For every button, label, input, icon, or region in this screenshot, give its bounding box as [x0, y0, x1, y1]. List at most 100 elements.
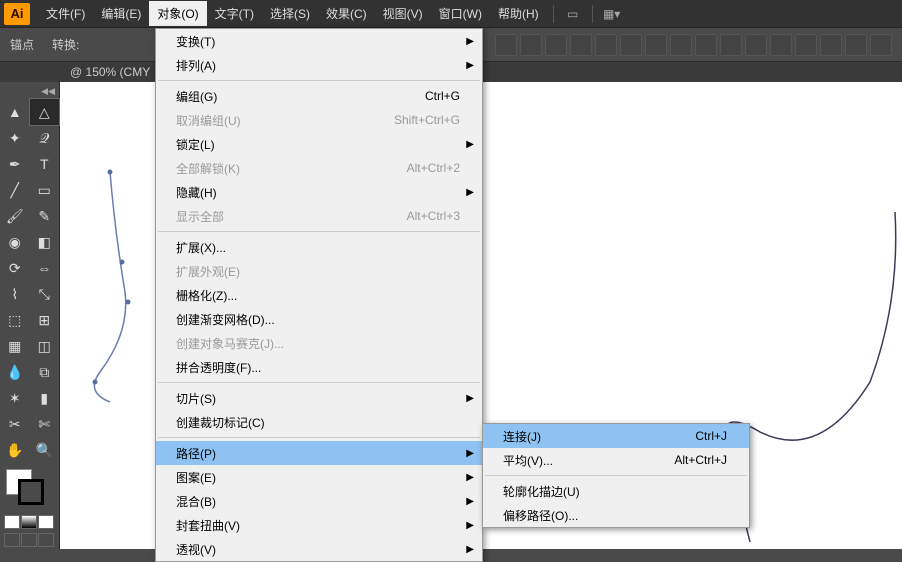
opt-icon[interactable]: [620, 34, 642, 56]
menu-item-label: 全部解锁(K): [176, 160, 240, 177]
opt-icon[interactable]: [795, 34, 817, 56]
menu-item[interactable]: 排列(A)▶: [156, 53, 482, 77]
opt-icon[interactable]: [820, 34, 842, 56]
layout-icon[interactable]: ▭: [563, 5, 583, 23]
wand-tool[interactable]: ✦: [0, 125, 30, 151]
shortcut-label: Alt+Ctrl+3: [407, 209, 460, 223]
hand-tool[interactable]: ✋: [0, 437, 30, 463]
color-mode[interactable]: [4, 515, 20, 529]
menu-item[interactable]: 轮廓化描边(U): [483, 479, 749, 503]
menu-item: 扩展外观(E): [156, 259, 482, 283]
opt-icon[interactable]: [570, 34, 592, 56]
opt-icon[interactable]: [670, 34, 692, 56]
opt-icon[interactable]: [770, 34, 792, 56]
pen-tool[interactable]: ✒: [0, 151, 30, 177]
artboard-tool[interactable]: ✂: [0, 411, 30, 437]
slice-tool[interactable]: ✄: [30, 411, 60, 437]
menu-separator: [158, 437, 480, 438]
free-tool[interactable]: ⤡: [30, 281, 60, 307]
app-logo: Ai: [4, 3, 30, 25]
menu-item-label: 切片(S): [176, 390, 216, 407]
arrange-icon[interactable]: ▦▾: [602, 5, 622, 23]
menu-视图[interactable]: 视图(V): [375, 1, 431, 26]
shape-tool[interactable]: ⬚: [0, 307, 30, 333]
graph-tool[interactable]: ⊞: [30, 307, 60, 333]
menu-item: 取消编组(U)Shift+Ctrl+G: [156, 108, 482, 132]
menu-编辑[interactable]: 编辑(E): [93, 1, 149, 26]
menu-item-label: 编组(G): [176, 88, 217, 105]
menu-item[interactable]: 创建裁切标记(C): [156, 410, 482, 434]
opt-icon[interactable]: [870, 34, 892, 56]
warp-tool[interactable]: ⌇: [0, 281, 30, 307]
eyedrop-tool[interactable]: 💧: [0, 359, 30, 385]
line-tool[interactable]: ╱: [0, 177, 30, 203]
opt-icon[interactable]: [695, 34, 717, 56]
opt-icon[interactable]: [720, 34, 742, 56]
opt-icon[interactable]: [645, 34, 667, 56]
gradient-mode[interactable]: [21, 515, 37, 529]
submenu-arrow-icon: ▶: [466, 139, 474, 150]
menu-item[interactable]: 拼合透明度(F)...: [156, 355, 482, 379]
gradient-tool[interactable]: ◫: [30, 333, 60, 359]
direct-tool[interactable]: △: [30, 99, 60, 125]
menu-item[interactable]: 图案(E)▶: [156, 465, 482, 489]
rotate-tool[interactable]: ⟳: [0, 255, 30, 281]
menu-item[interactable]: 偏移路径(O)...: [483, 503, 749, 527]
select-tool[interactable]: ▲: [0, 99, 30, 125]
type-tool[interactable]: T: [30, 151, 60, 177]
eraser-tool[interactable]: ◧: [30, 229, 60, 255]
panel-collapse-icon[interactable]: ◀◀: [0, 86, 59, 97]
menu-item[interactable]: 锁定(L)▶: [156, 132, 482, 156]
menu-item-label: 混合(B): [176, 493, 216, 510]
brush-tool[interactable]: 🖌: [0, 203, 30, 229]
opt-icon[interactable]: [595, 34, 617, 56]
menu-item-label: 轮廓化描边(U): [503, 483, 580, 500]
zoom-tool[interactable]: 🔍: [30, 437, 60, 463]
pencil-tool[interactable]: ✎: [30, 203, 60, 229]
mesh-tool[interactable]: ▦: [0, 333, 30, 359]
menu-item[interactable]: 变换(T)▶: [156, 29, 482, 53]
menu-item[interactable]: 编组(G)Ctrl+G: [156, 84, 482, 108]
menu-item-label: 平均(V)...: [503, 452, 553, 469]
opt-icon[interactable]: [495, 34, 517, 56]
menu-item[interactable]: 切片(S)▶: [156, 386, 482, 410]
convert-label: 转换:: [52, 36, 79, 53]
column-tool[interactable]: ▮: [30, 385, 60, 411]
menu-文字[interactable]: 文字(T): [207, 1, 262, 26]
menu-separator: [158, 231, 480, 232]
menu-item[interactable]: 路径(P)▶: [156, 441, 482, 465]
blob-tool[interactable]: ◉: [0, 229, 30, 255]
draw-mode[interactable]: [21, 533, 37, 547]
menu-文件[interactable]: 文件(F): [38, 1, 93, 26]
menu-效果[interactable]: 效果(C): [318, 1, 375, 26]
opt-icon[interactable]: [745, 34, 767, 56]
width-tool[interactable]: ⇔: [30, 255, 60, 281]
lasso-tool[interactable]: 𝒬: [30, 125, 60, 151]
path-submenu: 连接(J)Ctrl+J平均(V)...Alt+Ctrl+J 轮廓化描边(U) 偏移路…: [482, 423, 750, 528]
menu-item[interactable]: 扩展(X)...: [156, 235, 482, 259]
menu-item[interactable]: 混合(B)▶: [156, 489, 482, 513]
none-mode[interactable]: [38, 515, 54, 529]
draw-mode[interactable]: [38, 533, 54, 547]
opt-icon[interactable]: [545, 34, 567, 56]
menu-item[interactable]: 平均(V)...Alt+Ctrl+J: [483, 448, 749, 472]
rect-tool[interactable]: ▭: [30, 177, 60, 203]
menu-item[interactable]: 封套扭曲(V)▶: [156, 513, 482, 537]
menu-item[interactable]: 连接(J)Ctrl+J: [483, 424, 749, 448]
menu-item[interactable]: 透视(V)▶: [156, 537, 482, 561]
menu-item[interactable]: 创建渐变网格(D)...: [156, 307, 482, 331]
fill-stroke-swatch[interactable]: [4, 469, 55, 507]
menu-选择[interactable]: 选择(S): [262, 1, 318, 26]
symbol-tool[interactable]: ✶: [0, 385, 30, 411]
submenu-arrow-icon: ▶: [466, 60, 474, 71]
stroke-swatch[interactable]: [18, 479, 44, 505]
menu-对象[interactable]: 对象(O): [149, 1, 206, 26]
blend-tool[interactable]: ⧉: [30, 359, 60, 385]
draw-mode[interactable]: [4, 533, 20, 547]
menu-窗口[interactable]: 窗口(W): [431, 1, 490, 26]
menu-帮助[interactable]: 帮助(H): [490, 1, 547, 26]
opt-icon[interactable]: [520, 34, 542, 56]
menu-item[interactable]: 栅格化(Z)...: [156, 283, 482, 307]
opt-icon[interactable]: [845, 34, 867, 56]
menu-item[interactable]: 隐藏(H)▶: [156, 180, 482, 204]
